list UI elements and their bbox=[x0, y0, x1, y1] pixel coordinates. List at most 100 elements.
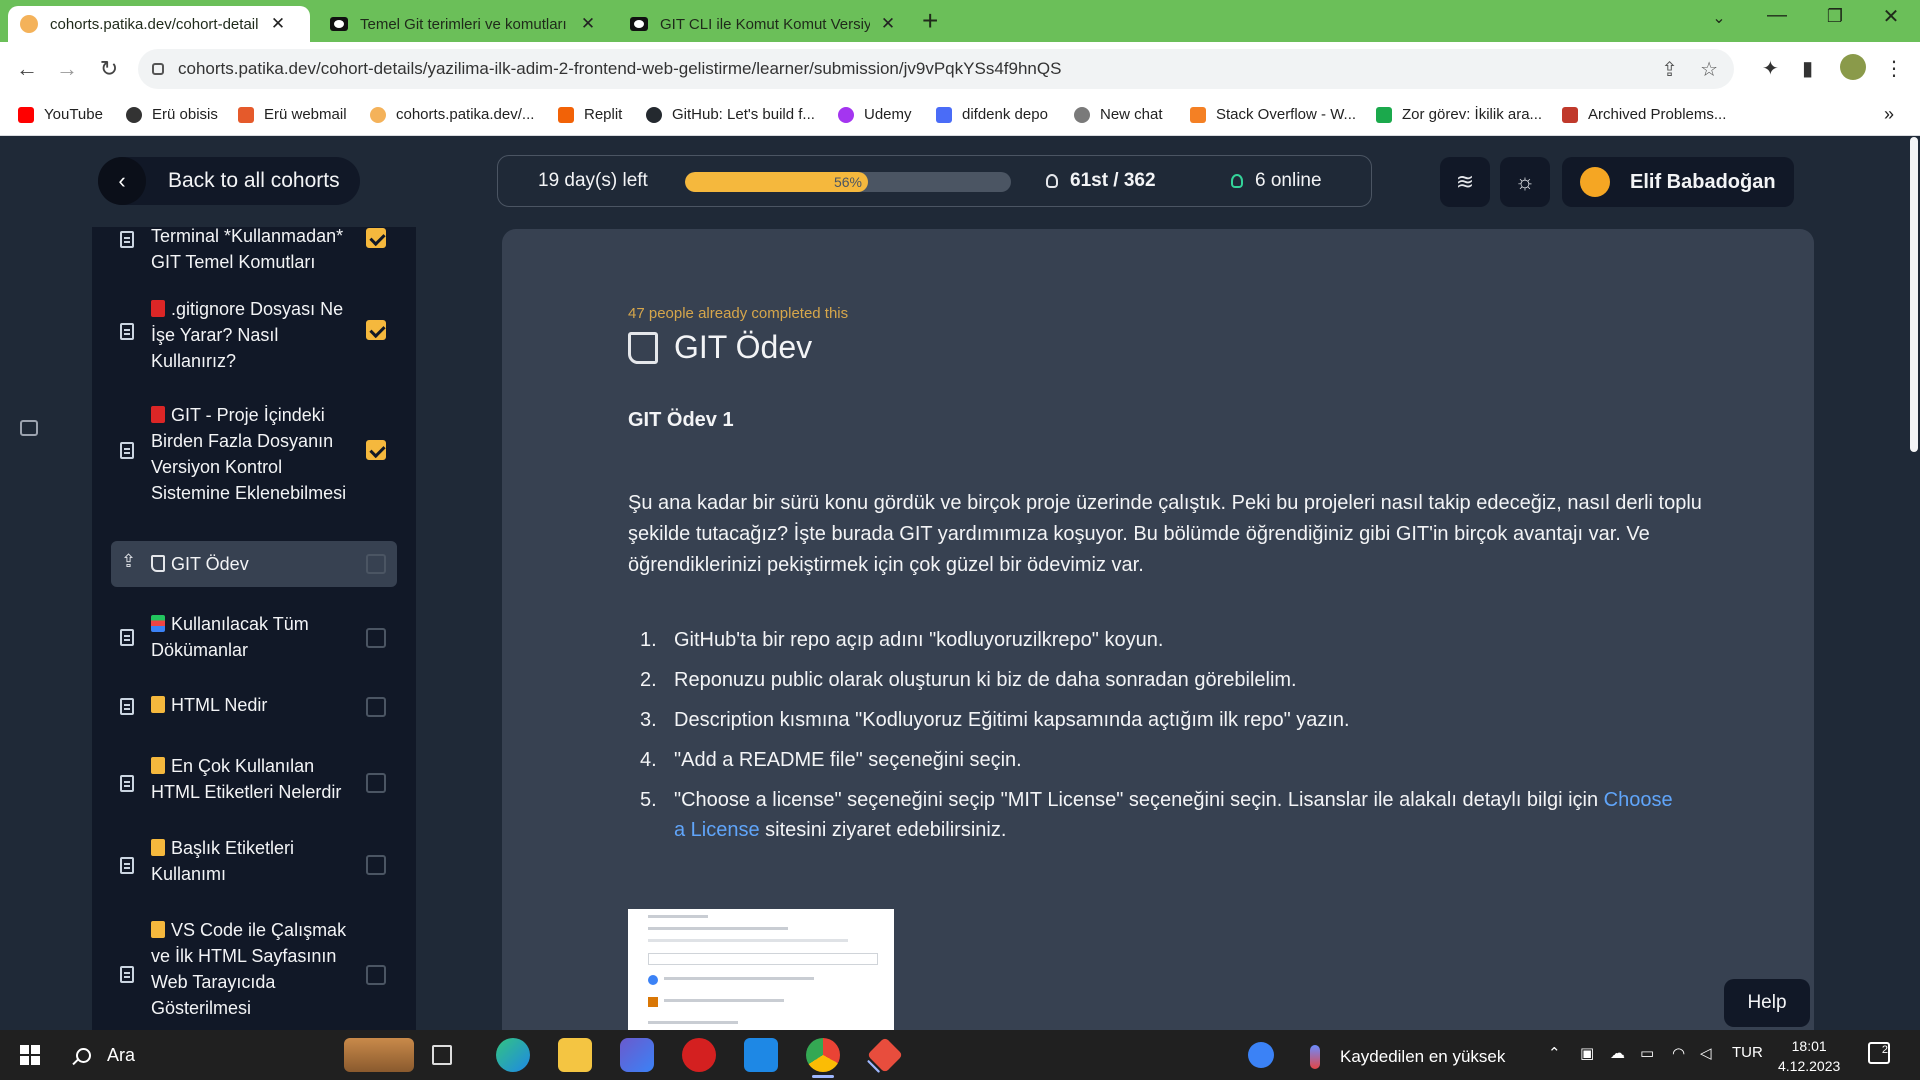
browser-tab[interactable]: GIT CLI ile Komut Komut Versiyo ✕ bbox=[618, 6, 918, 42]
task-view-icon[interactable] bbox=[432, 1045, 452, 1065]
close-tab-icon[interactable]: ✕ bbox=[880, 14, 896, 34]
wifi-icon[interactable]: ◠ bbox=[1672, 1044, 1685, 1062]
onedrive-cloud-icon[interactable]: ☁ bbox=[1610, 1044, 1625, 1062]
completed-checkbox[interactable] bbox=[366, 855, 386, 875]
browser-tab[interactable]: Temel Git terimleri ve komutları ✕ bbox=[318, 6, 618, 42]
url-bar[interactable]: cohorts.patika.dev/cohort-details/yazili… bbox=[138, 49, 1734, 89]
bookmark-udemy[interactable]: Udemy bbox=[838, 106, 912, 123]
user-icon bbox=[1231, 174, 1243, 188]
bookmark-youtube[interactable]: YouTube bbox=[18, 106, 103, 123]
github-icon bbox=[646, 106, 662, 123]
reload-icon[interactable]: ↻ bbox=[94, 54, 124, 84]
file-explorer-icon[interactable] bbox=[558, 1038, 592, 1072]
lock-icon[interactable] bbox=[152, 63, 164, 75]
yellow-book-icon bbox=[151, 696, 165, 713]
lesson-item[interactable]: HTML Nedir bbox=[92, 685, 416, 725]
step-item: 3. Description kısmına "Kodluyoruz Eğitim… bbox=[628, 705, 1678, 735]
bookmark-github[interactable]: GitHub: Let's build f... bbox=[646, 106, 815, 123]
bookmark-patika[interactable]: cohorts.patika.dev/... bbox=[370, 106, 534, 123]
webmail-icon bbox=[238, 106, 254, 123]
lesson-item[interactable]: En Çok Kullanılan HTML Etiketleri Nelerd… bbox=[92, 745, 416, 809]
clock[interactable]: 18:01 4.12.2023 bbox=[1778, 1036, 1840, 1076]
share-icon[interactable]: ⇪ bbox=[1661, 57, 1678, 82]
tray-chevron-up-icon[interactable]: ⌃ bbox=[1548, 1044, 1561, 1062]
language-indicator[interactable]: TUR bbox=[1732, 1044, 1763, 1061]
upload-icon: ⇪ bbox=[121, 551, 137, 571]
lesson-title: Kullanılacak Tüm Dökümanlar bbox=[151, 611, 359, 663]
completed-checkbox[interactable] bbox=[366, 628, 386, 648]
bookmark-zor-gorev[interactable]: Zor görev: İkilik ara... bbox=[1376, 106, 1542, 123]
notification-center-icon[interactable]: 2 bbox=[1868, 1042, 1890, 1064]
restore-button[interactable]: ❐ bbox=[1820, 6, 1850, 27]
page-scrollbar[interactable] bbox=[1908, 137, 1920, 1030]
vscode-icon[interactable] bbox=[744, 1038, 778, 1072]
lesson-item-current[interactable]: ⇪ GIT Ödev bbox=[111, 541, 397, 587]
globe-icon bbox=[126, 106, 142, 123]
close-tab-icon[interactable]: ✕ bbox=[270, 14, 286, 34]
windows-start-icon[interactable] bbox=[20, 1045, 40, 1065]
search-icon bbox=[76, 1047, 91, 1063]
lesson-title-text: .gitignore Dosyası Ne İşe Yarar? Nasıl K… bbox=[151, 299, 344, 371]
close-tab-icon[interactable]: ✕ bbox=[580, 14, 596, 34]
lesson-item[interactable]: Terminal *Kullanmadan* GIT Temel Komutla… bbox=[92, 227, 416, 281]
taskbar-search[interactable]: Ara bbox=[58, 1030, 338, 1080]
thermometer-icon bbox=[1310, 1045, 1320, 1069]
lesson-item[interactable]: VS Code ile Çalışmak ve İlk HTML Sayfası… bbox=[92, 909, 416, 1025]
yellow-book-icon bbox=[151, 921, 165, 938]
assignment-subtitle: GIT Ödev 1 bbox=[628, 409, 734, 431]
completed-checkbox[interactable] bbox=[366, 697, 386, 717]
edge-browser-icon[interactable] bbox=[496, 1038, 530, 1072]
completed-checkbox[interactable] bbox=[366, 228, 386, 248]
bookmark-difdenk[interactable]: difdenk depo bbox=[936, 106, 1048, 123]
completed-checkbox[interactable] bbox=[366, 773, 386, 793]
close-window-button[interactable]: ✕ bbox=[1876, 4, 1906, 29]
lesson-item[interactable]: Kullanılacak Tüm Dökümanlar bbox=[92, 603, 416, 667]
bookmark-label: Erü obisis bbox=[152, 106, 218, 123]
new-tab-button[interactable]: + bbox=[922, 6, 938, 36]
git-app-icon[interactable] bbox=[866, 1036, 904, 1074]
bookmark-stackoverflow[interactable]: Stack Overflow - W... bbox=[1190, 106, 1356, 123]
completed-checkbox[interactable] bbox=[366, 440, 386, 460]
theme-toggle-button[interactable]: ☼ bbox=[1500, 157, 1550, 207]
lesson-sidebar: Terminal *Kullanmadan* GIT Temel Komutla… bbox=[92, 227, 416, 1030]
browser-tab-active[interactable]: cohorts.patika.dev/cohort-detail ✕ bbox=[8, 6, 310, 42]
minimize-button[interactable]: — bbox=[1762, 4, 1792, 27]
lesson-item[interactable]: Başlık Etiketleri Kullanımı bbox=[92, 827, 416, 891]
lesson-item[interactable]: GIT - Proje İçindeki Birden Fazla Dosyan… bbox=[92, 397, 416, 509]
side-panel-icon[interactable]: ▮ bbox=[1802, 56, 1813, 81]
cohort-stats-bar: 19 day(s) left 56% 61st / 362 6 online bbox=[497, 155, 1372, 207]
bookmark-star-icon[interactable]: ☆ bbox=[1700, 57, 1718, 82]
bookmarks-overflow-chevron-icon[interactable]: » bbox=[1884, 104, 1894, 125]
weather-widget[interactable]: Kaydedilen en yüksek bbox=[1310, 1045, 1505, 1069]
search-highlight-image[interactable] bbox=[344, 1038, 414, 1072]
chrome-browser-icon[interactable] bbox=[806, 1038, 840, 1078]
back-to-cohorts-button[interactable]: ‹ Back to all cohorts bbox=[98, 157, 360, 205]
forward-arrow-icon[interactable]: → bbox=[52, 54, 82, 84]
bookmark-replit[interactable]: Replit bbox=[558, 106, 622, 123]
completed-checkbox[interactable] bbox=[366, 554, 386, 574]
completed-checkbox[interactable] bbox=[366, 320, 386, 340]
user-menu[interactable]: Elif Babadoğan bbox=[1562, 157, 1794, 207]
extensions-puzzle-icon[interactable]: ✦ bbox=[1762, 56, 1779, 81]
volume-icon[interactable]: ◁ bbox=[1700, 1044, 1712, 1062]
red-book-icon bbox=[151, 406, 165, 423]
opera-browser-icon[interactable] bbox=[682, 1038, 716, 1072]
lesson-item[interactable]: .gitignore Dosyası Ne İşe Yarar? Nasıl K… bbox=[92, 291, 416, 375]
help-tips-icon[interactable] bbox=[1248, 1042, 1274, 1068]
bookmark-eru-webmail[interactable]: Erü webmail bbox=[238, 106, 347, 123]
menu-kebab-icon[interactable]: ⋮ bbox=[1884, 56, 1904, 81]
meet-now-icon[interactable]: ▣ bbox=[1580, 1044, 1594, 1062]
profile-avatar[interactable] bbox=[1840, 54, 1866, 80]
bookmark-archived-problems[interactable]: Archived Problems... bbox=[1562, 106, 1726, 123]
sidebar-toggle-icon[interactable] bbox=[20, 420, 38, 436]
copilot-app-icon[interactable] bbox=[620, 1038, 654, 1072]
tab-search-chevron-icon[interactable]: ⌄ bbox=[1704, 8, 1734, 28]
battery-icon[interactable]: ▭ bbox=[1640, 1044, 1654, 1062]
back-arrow-icon[interactable]: ← bbox=[12, 54, 42, 84]
layers-button[interactable]: ≋ bbox=[1440, 157, 1490, 207]
bookmark-eru-obisis[interactable]: Erü obisis bbox=[126, 106, 218, 123]
completed-checkbox[interactable] bbox=[366, 965, 386, 985]
bookmark-new-chat[interactable]: New chat bbox=[1074, 106, 1163, 123]
scrollbar-thumb[interactable] bbox=[1910, 137, 1918, 452]
help-button[interactable]: Help bbox=[1724, 979, 1810, 1027]
